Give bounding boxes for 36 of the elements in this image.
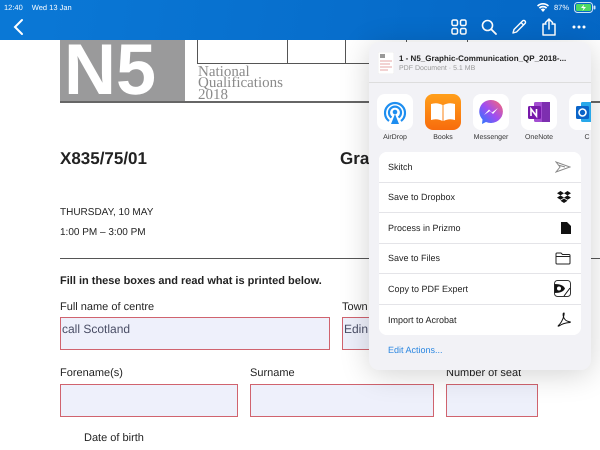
paper-code: X835/75/01 — [60, 149, 148, 169]
wifi-icon — [536, 2, 549, 12]
document-thumbnail — [378, 52, 394, 74]
pencil-icon — [511, 18, 527, 34]
exam-time: 1:00 PM – 3:00 PM — [60, 227, 146, 238]
input-field[interactable] — [60, 384, 238, 417]
input-field[interactable]: call Scotland — [60, 317, 330, 350]
field-label: Surname — [250, 367, 296, 380]
dropbox-icon — [557, 190, 571, 204]
document-icon — [561, 222, 571, 234]
field-label: Full name of centre — [60, 301, 156, 314]
search-icon — [481, 18, 497, 34]
chat-bubble-icon — [473, 94, 509, 130]
share-icon — [541, 18, 557, 36]
battery-icon — [574, 2, 596, 12]
input-field[interactable] — [250, 384, 434, 417]
grid-icon — [451, 18, 467, 34]
back-icon — [13, 18, 25, 36]
subject-title: Gra — [340, 149, 370, 169]
field-label: Date of birth — [84, 432, 144, 444]
exam-date: THURSDAY, 10 MAY — [60, 207, 154, 218]
file-name: 1 - N5_Graphic-Communication_QP_2018-... — [399, 54, 566, 63]
input-field[interactable] — [446, 384, 538, 417]
book-icon — [425, 94, 461, 130]
acrobat-icon — [557, 312, 571, 328]
more-icon — [572, 24, 586, 28]
arrow-outline-icon — [555, 160, 571, 173]
notebook-icon — [521, 94, 557, 130]
instruction-text: Fill in these boxes and read what is printed below. — [60, 275, 322, 287]
airdrop-icon — [377, 94, 413, 130]
qualification-title: National Qualifications 2018 — [198, 64, 283, 101]
field-label: Forename(s) — [60, 367, 124, 380]
field-label: Town — [342, 301, 369, 314]
eye-app-icon — [554, 280, 571, 298]
n5-logo: N5 — [60, 40, 185, 101]
folder-icon — [555, 252, 571, 265]
